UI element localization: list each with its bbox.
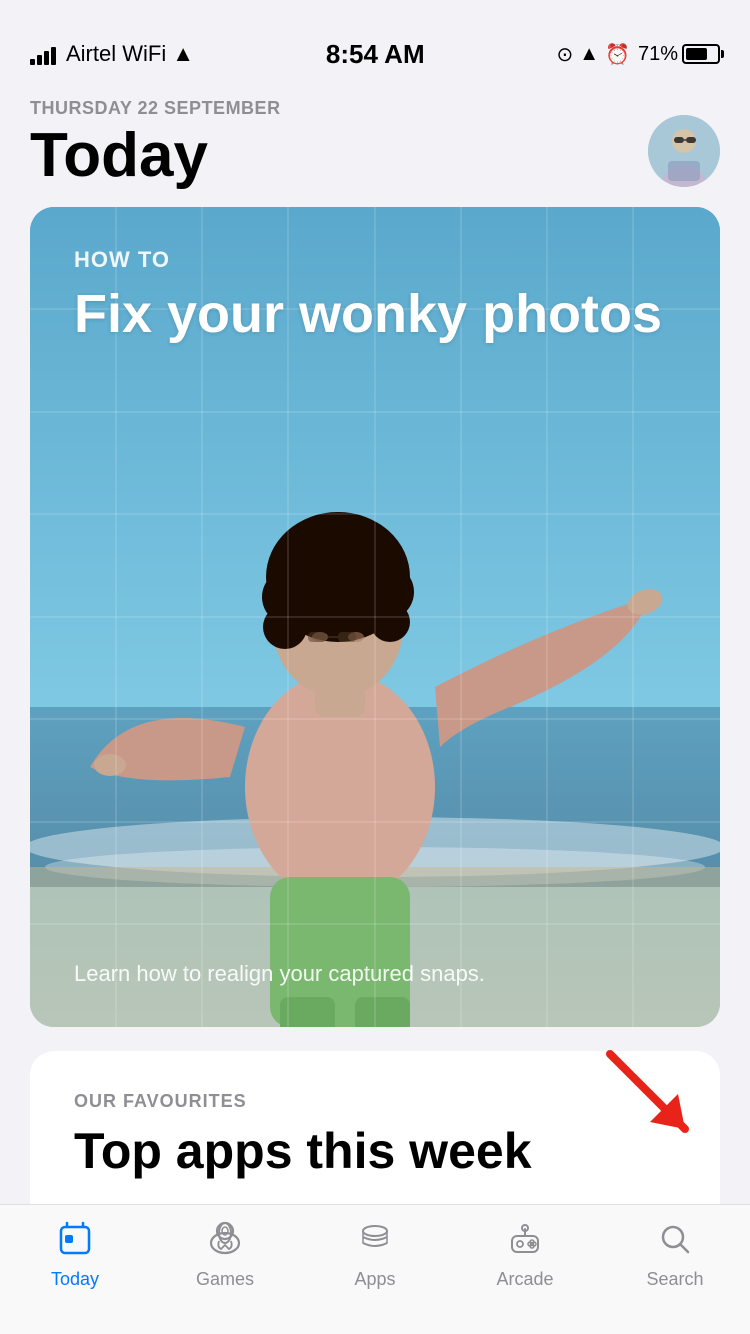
- our-favourites-label: OUR FAVOURITES: [74, 1091, 676, 1112]
- feature-card[interactable]: HOW TO Fix your wonky photos Learn how t…: [30, 207, 720, 1027]
- signal-bar-1: [30, 59, 35, 65]
- status-bar: Airtel WiFi ▲ 8:54 AM ⊙ ▲ ⏰ 71%: [0, 0, 750, 88]
- card-bottom-text: Learn how to realign your captured snaps…: [74, 961, 676, 987]
- card-text-overlay: HOW TO Fix your wonky photos: [30, 207, 720, 384]
- battery-icon: [682, 44, 720, 64]
- apps-icon: [357, 1221, 393, 1263]
- page-title: Today: [30, 125, 281, 187]
- location-icon: ▲: [579, 43, 599, 66]
- red-arrow: [590, 1034, 710, 1154]
- signal-bar-4: [51, 47, 56, 65]
- tab-today-label: Today: [51, 1269, 99, 1290]
- tab-games-label: Games: [196, 1269, 254, 1290]
- tab-apps[interactable]: Apps: [300, 1221, 450, 1290]
- tab-bar: Today Games Apps: [0, 1204, 750, 1334]
- tab-today[interactable]: Today: [0, 1221, 150, 1290]
- date-label: THURSDAY 22 SEPTEMBER: [30, 98, 281, 119]
- tab-search[interactable]: Search: [600, 1221, 750, 1290]
- avatar-image: [648, 115, 720, 187]
- avatar[interactable]: [648, 115, 720, 187]
- how-to-label: HOW TO: [74, 247, 676, 273]
- wifi-icon: ▲: [172, 41, 194, 67]
- screen-record-icon: ⊙: [556, 42, 573, 67]
- status-icons: ⊙ ▲ ⏰: [556, 42, 629, 67]
- battery-fill: [686, 48, 707, 60]
- second-card-title: Top apps this week: [74, 1124, 676, 1179]
- status-left: Airtel WiFi ▲: [30, 41, 194, 67]
- tab-apps-label: Apps: [354, 1269, 395, 1290]
- battery-percentage: 71%: [638, 43, 678, 66]
- card-background: HOW TO Fix your wonky photos Learn how t…: [30, 207, 720, 1027]
- status-right: ⊙ ▲ ⏰ 71%: [556, 42, 720, 67]
- search-icon: [657, 1221, 693, 1263]
- carrier-name: Airtel WiFi: [66, 41, 166, 67]
- status-time: 8:54 AM: [326, 39, 425, 70]
- tab-games[interactable]: Games: [150, 1221, 300, 1290]
- signal-bar-2: [37, 55, 42, 65]
- tab-search-label: Search: [646, 1269, 703, 1290]
- today-icon: [57, 1221, 93, 1263]
- signal-bars: [30, 43, 56, 65]
- card-title: Fix your wonky photos: [74, 285, 676, 344]
- tab-arcade[interactable]: Arcade: [450, 1221, 600, 1290]
- signal-bar-3: [44, 51, 49, 65]
- tab-arcade-label: Arcade: [496, 1269, 553, 1290]
- header-text-group: THURSDAY 22 SEPTEMBER Today: [30, 98, 281, 187]
- battery-container: 71%: [638, 43, 720, 66]
- alarm-icon: ⏰: [605, 42, 630, 67]
- page-header: THURSDAY 22 SEPTEMBER Today: [30, 88, 720, 207]
- arcade-icon: [507, 1221, 543, 1263]
- games-icon: [207, 1221, 243, 1263]
